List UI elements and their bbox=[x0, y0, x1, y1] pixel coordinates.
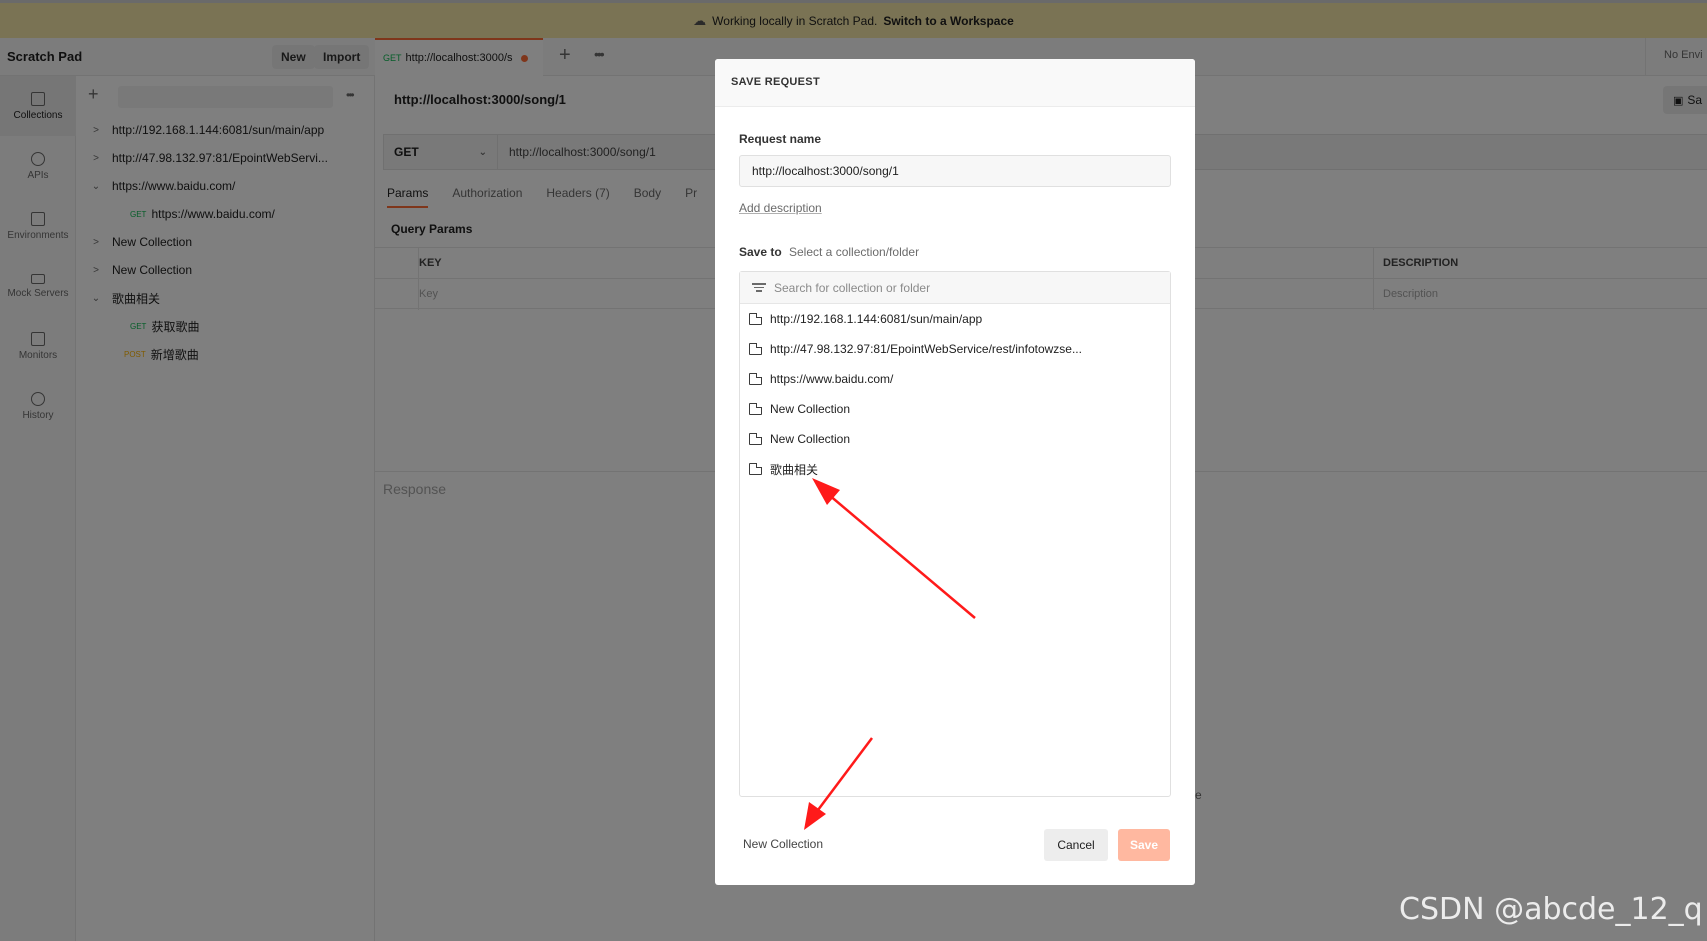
collection-folder-icon bbox=[749, 342, 763, 355]
collection-item-label: New Collection bbox=[770, 432, 851, 446]
add-description-link[interactable]: Add description bbox=[739, 201, 822, 215]
collection-picker: http://192.168.1.144:6081/sun/main/app h… bbox=[739, 271, 1171, 797]
collection-search bbox=[740, 272, 1170, 304]
collection-search-input[interactable] bbox=[774, 280, 1154, 295]
save-to-hint: Select a collection/folder bbox=[789, 245, 920, 259]
collection-item-label: http://192.168.1.144:6081/sun/main/app bbox=[770, 312, 983, 326]
save-button[interactable]: Save bbox=[1118, 829, 1170, 861]
collection-item[interactable]: https://www.baidu.com/ bbox=[740, 364, 1170, 394]
collection-item[interactable]: 歌曲相关 bbox=[740, 454, 1170, 484]
collection-item-label: http://47.98.132.97:81/EpointWebService/… bbox=[770, 342, 1082, 356]
collection-item[interactable]: http://47.98.132.97:81/EpointWebService/… bbox=[740, 334, 1170, 364]
collection-item-label: 歌曲相关 bbox=[770, 462, 819, 477]
collection-item-label: https://www.baidu.com/ bbox=[770, 372, 894, 386]
save-to-label: Save to bbox=[739, 245, 782, 259]
save-request-dialog: SAVE REQUEST Request name Add descriptio… bbox=[715, 59, 1195, 885]
collection-folder-icon bbox=[749, 372, 763, 385]
collection-folder-icon bbox=[749, 432, 763, 445]
collection-item[interactable]: New Collection bbox=[740, 424, 1170, 454]
request-name-label: Request name bbox=[739, 132, 822, 146]
collection-item[interactable]: New Collection bbox=[740, 394, 1170, 424]
dialog-title: SAVE REQUEST bbox=[731, 76, 820, 88]
cancel-button[interactable]: Cancel bbox=[1044, 829, 1108, 861]
collection-folder-icon bbox=[749, 312, 763, 325]
collection-item[interactable]: http://192.168.1.144:6081/sun/main/app bbox=[740, 304, 1170, 334]
dialog-header: SAVE REQUEST bbox=[715, 59, 1195, 107]
collection-folder-icon bbox=[749, 462, 763, 475]
collection-folder-icon bbox=[749, 402, 763, 415]
request-name-input[interactable] bbox=[739, 155, 1171, 187]
new-collection-link[interactable]: New Collection bbox=[743, 837, 823, 851]
csdn-watermark: CSDN @abcde_12_q bbox=[1399, 892, 1703, 927]
filter-icon bbox=[752, 283, 766, 292]
collection-item-label: New Collection bbox=[770, 402, 851, 416]
